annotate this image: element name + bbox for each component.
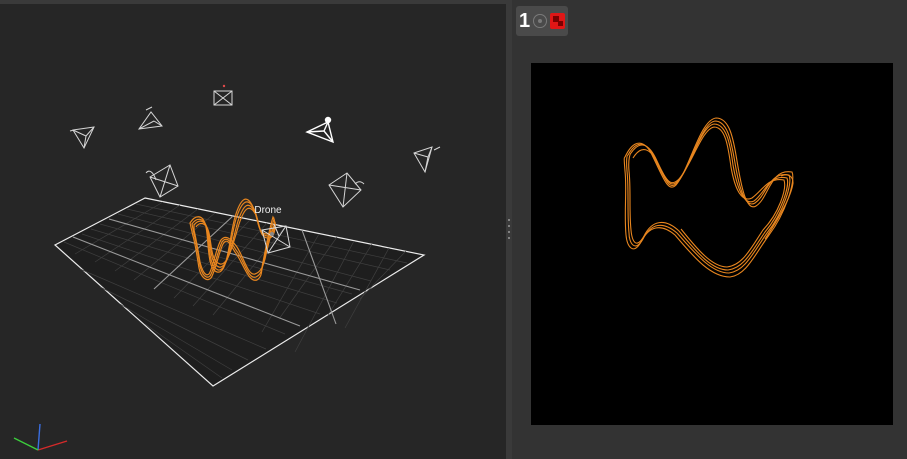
camera-view-panel: 1	[512, 0, 907, 459]
viewport-3d[interactable]: Drone	[0, 0, 506, 459]
camera-frustum-icon[interactable]	[145, 164, 179, 198]
camera-toolbar: 1	[516, 6, 568, 36]
grip-dot	[508, 237, 510, 239]
target-icon[interactable]	[533, 14, 547, 28]
camera-frustum-icon[interactable]	[69, 126, 95, 150]
drone-label: Drone	[254, 205, 282, 216]
flight-path-2d	[623, 117, 794, 278]
record-icon[interactable]	[549, 13, 565, 29]
grip-dot	[508, 219, 510, 221]
app-window: Drone 1	[0, 0, 907, 459]
camera-frustum-icon[interactable]	[137, 106, 163, 130]
camera-frustum-icon[interactable]	[213, 84, 233, 106]
camera-frustum-icon[interactable]	[413, 146, 441, 174]
grip-dot	[508, 231, 510, 233]
scene-canvas[interactable]: Drone	[0, 4, 506, 459]
camera-frustum-icon[interactable]	[328, 172, 365, 208]
grip-dot	[508, 225, 510, 227]
camera-number: 1	[519, 10, 531, 32]
camera-frustum-icon[interactable]	[305, 116, 335, 144]
camera-image-canvas	[623, 117, 794, 278]
axis-gizmo-icon	[13, 423, 68, 451]
camera-image[interactable]	[531, 63, 893, 425]
